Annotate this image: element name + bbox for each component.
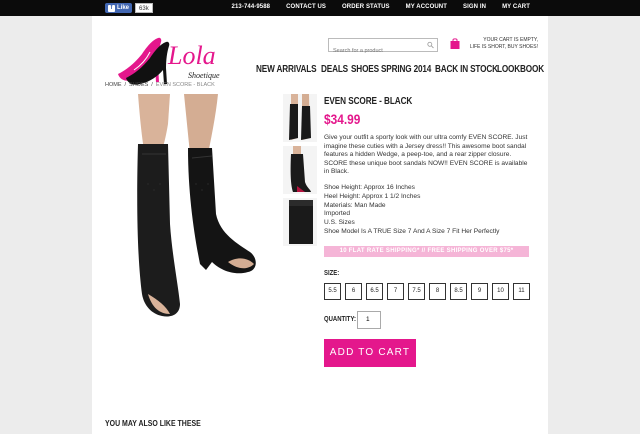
- order-status-link[interactable]: ORDER STATUS: [342, 4, 390, 10]
- also-like-heading: YOU MAY ALSO LIKE THESE: [105, 418, 201, 428]
- quantity-row: QUANTITY:: [324, 310, 534, 329]
- thumbnail-boot-back-icon: [289, 200, 313, 244]
- sign-in-link[interactable]: SIGN IN: [463, 4, 486, 10]
- size-selector: 5.5 6 6.5 7 7.5 8 8.5 9 10 11: [324, 282, 534, 300]
- nav-back-in-stock[interactable]: BACK IN STOCK: [435, 64, 498, 75]
- shopping-bag-icon[interactable]: [450, 38, 460, 49]
- nav-shoes[interactable]: SHOES: [351, 64, 379, 75]
- thumbnail-boot-side-icon: [290, 146, 311, 192]
- facebook-like-count: 63k: [135, 3, 153, 13]
- product-price: $34.99: [324, 111, 361, 127]
- breadcrumb-shoes[interactable]: SHOES: [129, 82, 148, 88]
- search-icon[interactable]: [427, 41, 434, 49]
- add-to-cart-button[interactable]: ADD TO CART: [324, 338, 416, 367]
- quantity-label: QUANTITY:: [324, 316, 356, 324]
- size-option[interactable]: 8.5: [450, 282, 467, 300]
- my-cart-link[interactable]: MY CART: [502, 4, 530, 10]
- product-thumbnail[interactable]: [283, 146, 317, 194]
- search-input[interactable]: [329, 45, 421, 57]
- size-option[interactable]: 6: [345, 282, 362, 300]
- product-specs: Shoe Height: Approx 16 Inches Heel Heigh…: [324, 184, 534, 237]
- cart-slogan-text: LIFE IS SHORT, BUY SHOES!: [469, 44, 538, 50]
- breadcrumb-current: EVEN SCORE - BLACK: [155, 82, 215, 88]
- spec-fit-note: Shoe Model Is A TRUE Size 7 And A Size 7…: [324, 227, 500, 235]
- top-nav: 213-744-9588 CONTACT US ORDER STATUS MY …: [232, 4, 530, 10]
- size-option[interactable]: 6.5: [366, 282, 383, 300]
- spec-shoe-height: Shoe Height: Approx 16 Inches: [324, 183, 415, 191]
- nav-new-arrivals[interactable]: NEW ARRIVALS: [256, 64, 317, 75]
- product-thumbnail[interactable]: [283, 94, 317, 142]
- nav-spring-2014[interactable]: SPRING 2014: [381, 64, 431, 75]
- contact-us-link[interactable]: CONTACT US: [286, 4, 326, 10]
- facebook-like-widget[interactable]: f Like 63k: [105, 3, 153, 13]
- product-main-image[interactable]: [108, 94, 264, 324]
- size-option[interactable]: 5.5: [324, 282, 341, 300]
- size-option[interactable]: 8: [429, 282, 446, 300]
- breadcrumb: HOME / SHOES / EVEN SCORE - BLACK: [105, 82, 215, 88]
- spec-materials: Materials: Man Made: [324, 201, 386, 209]
- cart-empty-text: YOUR CART IS EMPTY,: [483, 37, 538, 43]
- quantity-input[interactable]: [357, 310, 381, 329]
- product-description: Give your outfit a sporty look with our …: [324, 134, 528, 176]
- search-box: [328, 38, 438, 57]
- facebook-like-button[interactable]: f Like: [105, 3, 133, 13]
- size-option[interactable]: 11: [513, 282, 530, 300]
- nav-deals[interactable]: DEALS: [321, 64, 348, 75]
- size-option[interactable]: 10: [492, 282, 509, 300]
- product-info-panel: EVEN SCORE - BLACK $34.99 Give your outf…: [324, 96, 534, 367]
- facebook-like-label: Like: [117, 5, 130, 11]
- product-thumbnail[interactable]: [283, 198, 317, 246]
- main-navigation: NEW ARRIVALS DEALS SHOES SPRING 2014 BAC…: [256, 64, 544, 75]
- breadcrumb-separator: /: [124, 82, 127, 88]
- nav-lookbook[interactable]: LOOKBOOK: [497, 64, 544, 75]
- thumbnail-gallery: [283, 94, 317, 250]
- phone-number: 213-744-9588: [231, 4, 271, 10]
- spec-sizing: U.S. Sizes: [324, 219, 355, 227]
- logo-subtitle: Shoetique: [188, 71, 220, 80]
- breadcrumb-home[interactable]: HOME: [105, 82, 122, 88]
- cart-status-message: YOUR CART IS EMPTY, LIFE IS SHORT, BUY S…: [466, 37, 538, 51]
- my-account-link[interactable]: MY ACCOUNT: [406, 4, 447, 10]
- logo-wordmark: Lola: [167, 41, 216, 70]
- facebook-icon: f: [108, 4, 115, 12]
- thumbnail-boot-front-icon: [289, 94, 311, 140]
- size-option[interactable]: 9: [471, 282, 488, 300]
- size-option[interactable]: 7: [387, 282, 404, 300]
- spec-origin: Imported: [324, 210, 351, 218]
- page-container: Lola Shoetique YOUR CART IS EMPTY, LIFE …: [92, 16, 548, 434]
- spec-heel-height: Heel Height: Approx 1 1/2 Inches: [324, 192, 421, 200]
- shipping-promo-banner: 10 FLAT RATE SHIPPING* // FREE SHIPPING …: [324, 245, 529, 257]
- breadcrumb-separator: /: [151, 82, 153, 88]
- product-title: EVEN SCORE - BLACK: [324, 96, 413, 107]
- size-option[interactable]: 7.5: [408, 282, 425, 300]
- top-bar: f Like 63k 213-744-9588 CONTACT US ORDER …: [0, 0, 640, 16]
- size-label: SIZE:: [324, 269, 340, 277]
